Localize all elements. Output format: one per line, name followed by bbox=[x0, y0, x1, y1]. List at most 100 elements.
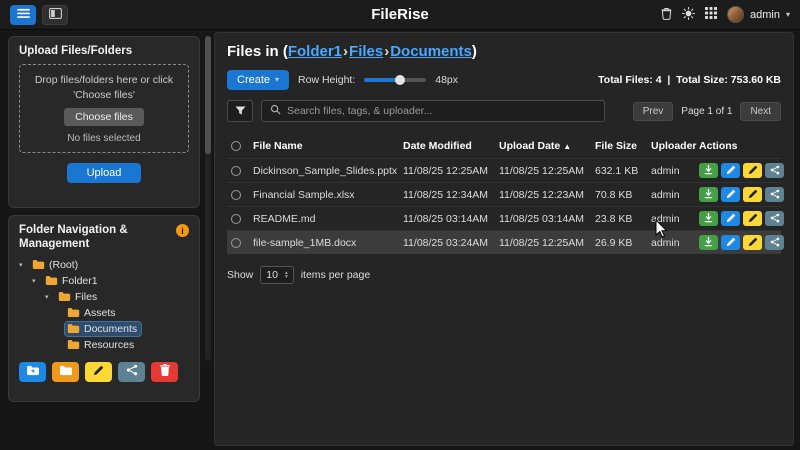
theme-toggle-button[interactable] bbox=[682, 7, 695, 23]
prev-page-button[interactable]: Prev bbox=[633, 102, 674, 121]
rename-button[interactable] bbox=[743, 211, 762, 226]
tree-item-resources[interactable]: Resources bbox=[15, 337, 193, 353]
items-per-page-select[interactable]: 10 ▴▾ bbox=[260, 266, 293, 284]
expander-icon[interactable]: ▾ bbox=[32, 277, 40, 285]
download-button[interactable] bbox=[699, 211, 718, 226]
user-menu[interactable]: admin ▾ bbox=[727, 6, 790, 23]
edit-folder-button[interactable] bbox=[85, 362, 112, 382]
file-name[interactable]: README.md bbox=[253, 213, 403, 225]
column-header-file-name[interactable]: File Name bbox=[253, 140, 403, 152]
column-header-date-modified[interactable]: Date Modified bbox=[403, 140, 499, 152]
row-checkbox[interactable] bbox=[231, 238, 241, 248]
hamburger-menu-button[interactable] bbox=[10, 5, 36, 25]
trash-button[interactable] bbox=[661, 7, 672, 23]
column-header-upload-date[interactable]: Upload Date▲ bbox=[499, 140, 595, 152]
row-height-slider[interactable] bbox=[364, 78, 426, 82]
scrollbar-thumb[interactable] bbox=[205, 36, 211, 154]
row-checkbox[interactable] bbox=[231, 190, 241, 200]
row-checkbox[interactable] bbox=[231, 166, 241, 176]
edit-button[interactable] bbox=[721, 235, 740, 250]
tree-item-files[interactable]: ▾ Files bbox=[15, 289, 193, 305]
search-box bbox=[261, 100, 605, 122]
folder-card-header: Folder Navigation & Management i bbox=[9, 216, 199, 256]
vertical-scrollbar[interactable] bbox=[205, 36, 211, 361]
tree-item-documents[interactable]: Documents bbox=[15, 321, 193, 337]
table-footer: Show 10 ▴▾ items per page bbox=[227, 266, 781, 284]
table-row[interactable]: README.md 11/08/25 03:14AM 11/08/25 03:1… bbox=[227, 206, 781, 230]
apps-grid-icon bbox=[705, 7, 717, 22]
file-size: 26.9 KB bbox=[595, 237, 651, 249]
column-header-file-size[interactable]: File Size bbox=[595, 140, 651, 152]
trash-icon bbox=[160, 364, 170, 379]
tree-item-root[interactable]: ▾ (Root) bbox=[15, 257, 193, 273]
breadcrumb-files[interactable]: Files bbox=[349, 43, 383, 60]
rename-button[interactable] bbox=[743, 187, 762, 202]
search-input[interactable] bbox=[287, 105, 596, 117]
delete-folder-button[interactable] bbox=[151, 362, 178, 382]
file-dropzone[interactable]: Drop files/folders here or click 'Choose… bbox=[19, 64, 189, 153]
pencil-icon bbox=[726, 235, 736, 250]
expander-icon[interactable]: ▾ bbox=[19, 261, 27, 269]
edit-button[interactable] bbox=[721, 163, 740, 178]
create-folder-button[interactable] bbox=[19, 362, 46, 382]
panel-toggle-icon bbox=[49, 7, 62, 22]
panel-toggle-button[interactable] bbox=[42, 5, 68, 25]
folder-tree: ▾ (Root) ▾ Folder1 ▾ Files Assets Docume… bbox=[9, 256, 199, 353]
table-row[interactable]: file-sample_1MB.docx 11/08/25 03:24AM 11… bbox=[227, 230, 781, 254]
next-page-button[interactable]: Next bbox=[740, 102, 781, 121]
apps-grid-button[interactable] bbox=[705, 7, 717, 22]
file-name[interactable]: file-sample_1MB.docx bbox=[253, 237, 403, 249]
folder-icon bbox=[58, 291, 71, 302]
tree-item-folder1[interactable]: ▾ Folder1 bbox=[15, 273, 193, 289]
breadcrumb-folder1[interactable]: Folder1 bbox=[288, 43, 342, 60]
topbar-left bbox=[10, 5, 68, 25]
tree-item-label: Files bbox=[75, 291, 97, 303]
slider-thumb[interactable] bbox=[395, 75, 405, 85]
tree-item-label: Documents bbox=[84, 323, 137, 335]
create-button[interactable]: Create ▾ bbox=[227, 70, 289, 90]
table-row[interactable]: Financial Sample.xlsx 11/08/25 12:34AM 1… bbox=[227, 182, 781, 206]
column-header-label: Upload Date bbox=[499, 140, 560, 152]
upload-button[interactable]: Upload bbox=[67, 163, 142, 183]
share-button[interactable] bbox=[765, 235, 784, 250]
tree-item-assets[interactable]: Assets bbox=[15, 305, 193, 321]
table-row[interactable]: Dickinson_Sample_Slides.pptx 11/08/25 12… bbox=[227, 158, 781, 182]
sort-asc-icon: ▲ bbox=[563, 142, 571, 151]
rename-button[interactable] bbox=[743, 235, 762, 250]
share-icon bbox=[770, 211, 780, 226]
file-name[interactable]: Financial Sample.xlsx bbox=[253, 189, 403, 201]
rename-button[interactable] bbox=[743, 163, 762, 178]
folder-actions-toolbar bbox=[9, 353, 199, 382]
uploader: admin bbox=[651, 189, 699, 201]
breadcrumb-documents[interactable]: Documents bbox=[390, 43, 472, 60]
chevron-down-icon: ▾ bbox=[786, 11, 790, 19]
file-name[interactable]: Dickinson_Sample_Slides.pptx bbox=[253, 165, 403, 177]
share-folder-button[interactable] bbox=[118, 362, 145, 382]
share-button[interactable] bbox=[765, 211, 784, 226]
download-button[interactable] bbox=[699, 235, 718, 250]
page-status: Page 1 of 1 bbox=[681, 106, 732, 117]
expander-icon[interactable]: ▾ bbox=[45, 293, 53, 301]
edit-button[interactable] bbox=[721, 211, 740, 226]
filter-button[interactable] bbox=[227, 100, 253, 122]
row-checkbox[interactable] bbox=[231, 214, 241, 224]
upload-date: 11/08/25 03:14AM bbox=[499, 213, 595, 225]
choose-files-button[interactable]: Choose files bbox=[64, 108, 144, 126]
download-button[interactable] bbox=[699, 187, 718, 202]
row-height-label: Row Height: bbox=[298, 74, 355, 86]
folder-card-title: Folder Navigation & Management bbox=[9, 216, 176, 256]
date-modified: 11/08/25 03:14AM bbox=[403, 213, 499, 225]
select-all-checkbox[interactable] bbox=[231, 141, 241, 151]
download-button[interactable] bbox=[699, 163, 718, 178]
info-icon[interactable]: i bbox=[176, 224, 189, 237]
download-icon bbox=[703, 163, 714, 178]
edit-button[interactable] bbox=[721, 187, 740, 202]
dropzone-text-line1: Drop files/folders here or click bbox=[26, 73, 182, 87]
download-icon bbox=[703, 211, 714, 226]
share-button[interactable] bbox=[765, 187, 784, 202]
pencil-icon bbox=[748, 235, 758, 250]
column-header-uploader[interactable]: Uploader bbox=[651, 140, 699, 152]
file-size: 23.8 KB bbox=[595, 213, 651, 225]
share-button[interactable] bbox=[765, 163, 784, 178]
rename-folder-button[interactable] bbox=[52, 362, 79, 382]
